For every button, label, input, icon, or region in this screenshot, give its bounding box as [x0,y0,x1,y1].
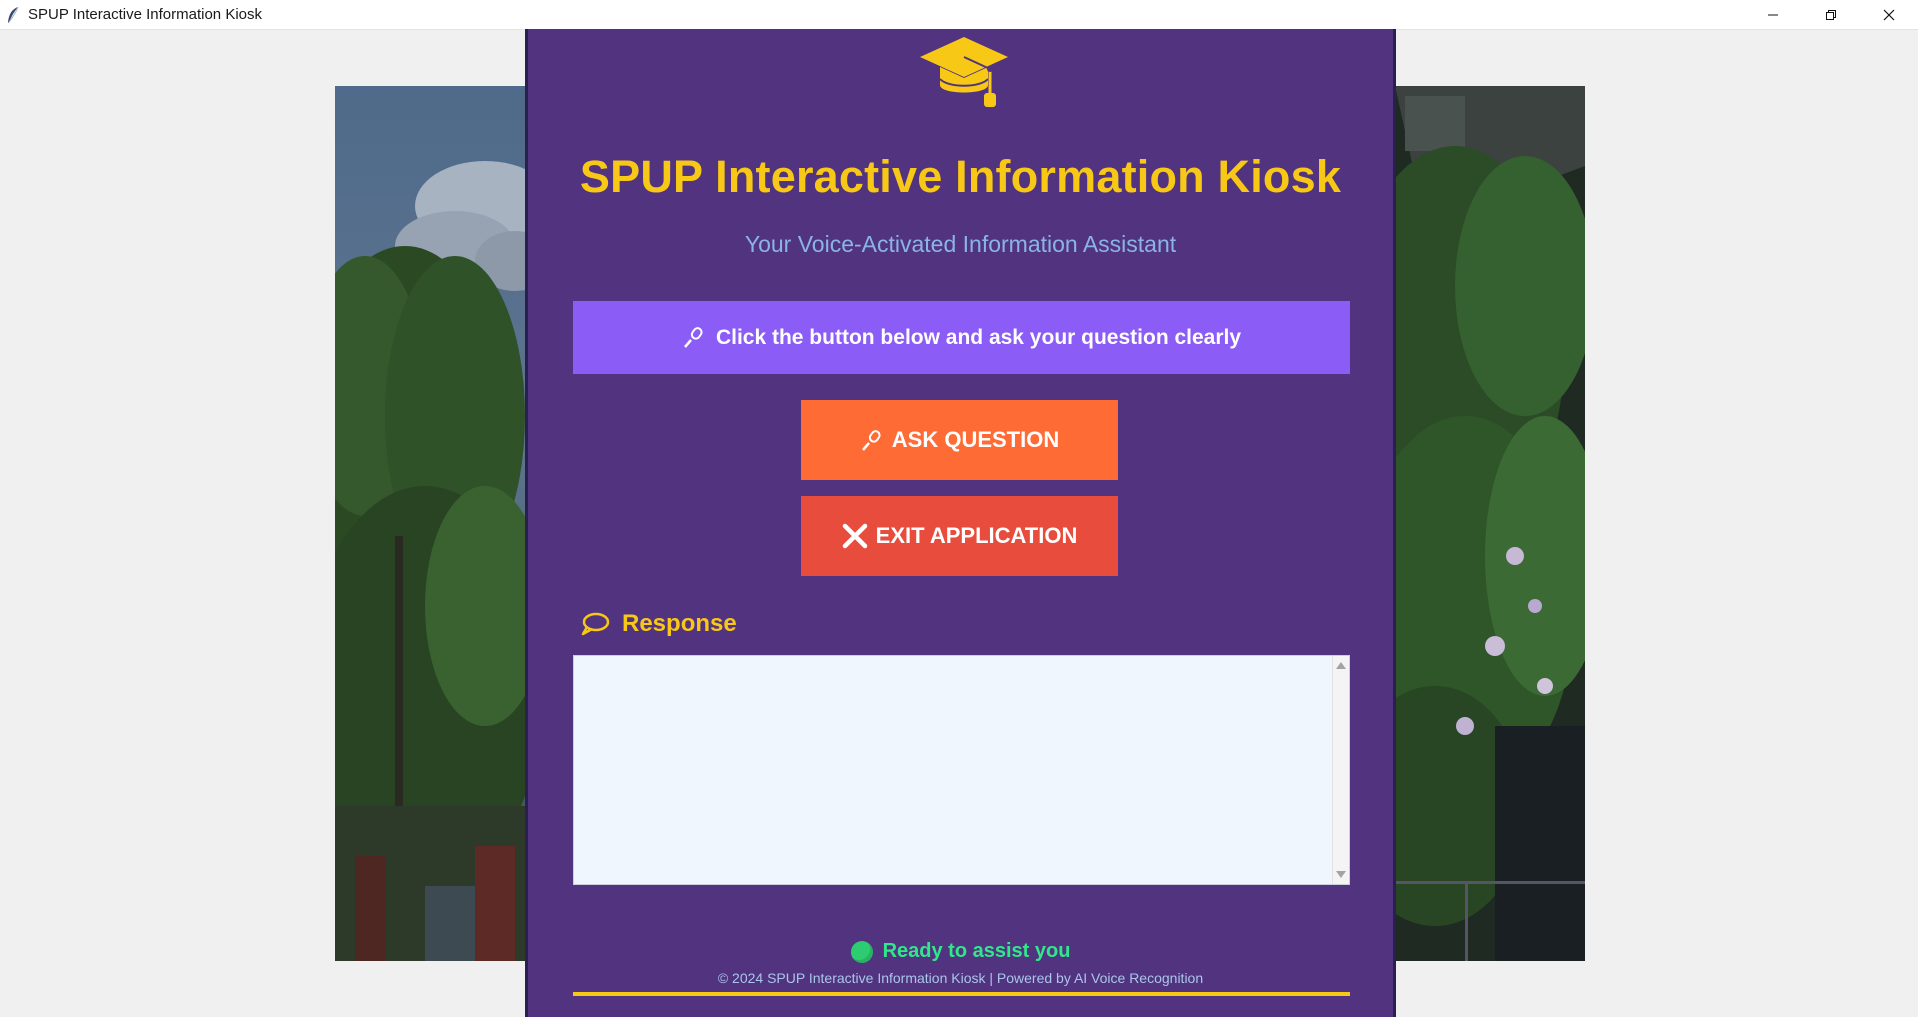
scroll-up-arrow-icon[interactable] [1336,662,1346,669]
window-controls [1744,0,1918,29]
response-scrollbar[interactable] [1332,656,1349,884]
response-text [574,656,1349,672]
window-title: SPUP Interactive Information Kiosk [28,6,262,23]
exit-application-button[interactable]: EXIT APPLICATION [801,496,1118,576]
page-title: SPUP Interactive Information Kiosk [579,151,1342,202]
scroll-down-arrow-icon[interactable] [1336,871,1346,878]
page-subtitle: Your Voice-Activated Information Assista… [744,231,1177,257]
response-label: Response [622,610,737,637]
response-textarea[interactable] [573,655,1350,885]
response-heading: Response [580,610,737,638]
status-text: Ready to assist you [882,940,1071,962]
instruction-text: Click the button below and ask your ques… [715,325,1242,349]
restore-button[interactable] [1802,0,1860,29]
minimize-icon [1768,14,1778,15]
close-x-icon [842,523,867,549]
graduation-cap-icon [918,33,1010,113]
close-button[interactable] [1860,0,1918,29]
background-photo-right [1395,86,1585,961]
close-icon [1883,9,1895,20]
footer-divider [573,992,1350,996]
window-titlebar: SPUP Interactive Information Kiosk [0,0,1918,30]
speech-bubble-icon [581,612,610,636]
status-indicator: Ready to assist you [528,940,1393,963]
microphone-icon [861,430,881,451]
feather-app-icon [6,6,20,24]
restore-icon [1826,9,1836,20]
microphone-icon [683,326,703,348]
exit-application-label: EXIT APPLICATION [875,523,1078,548]
instruction-banner: Click the button below and ask your ques… [573,301,1350,374]
ask-question-button[interactable]: ASK QUESTION [801,400,1118,480]
background-photo-left [335,86,527,961]
footer-text: © 2024 SPUP Interactive Information Kios… [717,970,1204,986]
ask-question-label: ASK QUESTION [891,427,1060,452]
kiosk-panel: SPUP Interactive Information Kiosk Your … [525,29,1396,1017]
status-dot-icon [850,940,873,963]
minimize-button[interactable] [1744,0,1802,29]
